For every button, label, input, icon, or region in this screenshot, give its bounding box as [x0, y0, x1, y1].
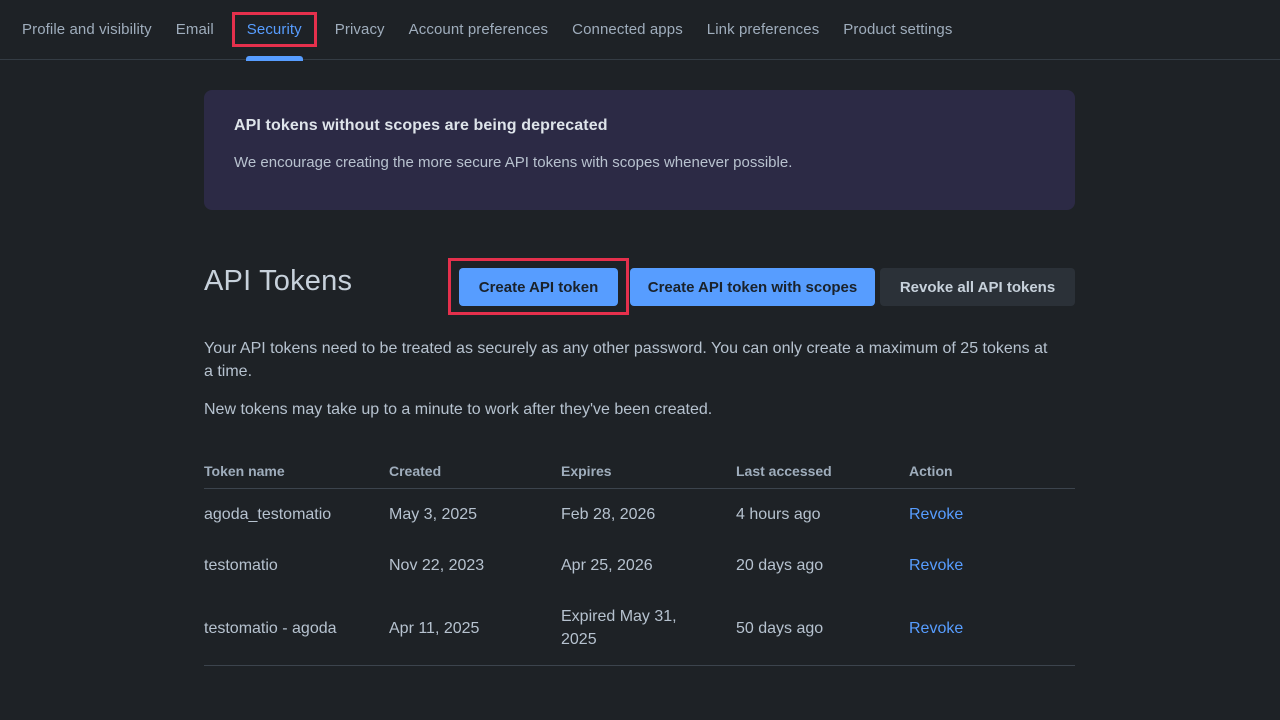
tab-privacy[interactable]: Privacy — [335, 21, 385, 38]
last-accessed-cell: 20 days ago — [736, 540, 909, 591]
column-header-expires: Expires — [561, 455, 736, 489]
settings-tab-bar: Profile and visibility Email Security Pr… — [0, 0, 1280, 60]
deprecation-banner: API tokens without scopes are being depr… — [204, 90, 1075, 210]
create-api-token-with-scopes-button[interactable]: Create API token with scopes — [630, 268, 875, 306]
api-tokens-description: Your API tokens need to be treated as se… — [204, 337, 1049, 383]
expires-cell: Feb 28, 2026 — [561, 489, 736, 541]
last-accessed-cell: 50 days ago — [736, 591, 909, 666]
tab-security[interactable]: Security — [247, 21, 302, 38]
active-tab-underline — [246, 56, 303, 61]
token-name-cell: testomatio - agoda — [204, 591, 389, 666]
expires-value: Feb 28, 2026 — [561, 503, 655, 526]
tab-profile-and-visibility[interactable]: Profile and visibility — [22, 21, 152, 38]
tab-account-preferences[interactable]: Account preferences — [409, 21, 548, 38]
created-cell: Apr 11, 2025 — [389, 591, 561, 666]
api-tokens-header-row: API Tokens Create API token Create API t… — [204, 255, 1075, 315]
security-settings-content: API tokens without scopes are being depr… — [204, 90, 1075, 666]
create-api-token-button[interactable]: Create API token — [459, 268, 618, 306]
table-row: testomatio Nov 22, 2023 Apr 25, 2026 20 … — [204, 540, 1075, 591]
column-header-token-name: Token name — [204, 455, 389, 489]
created-cell: May 3, 2025 — [389, 489, 561, 541]
token-name-cell: agoda_testomatio — [204, 489, 389, 541]
revoke-link[interactable]: Revoke — [909, 506, 963, 523]
tab-connected-apps[interactable]: Connected apps — [572, 21, 683, 38]
expires-cell: Apr 25, 2026 — [561, 540, 736, 591]
expires-cell: Expired May 31, 2025 — [561, 591, 736, 666]
tab-product-settings[interactable]: Product settings — [843, 21, 952, 38]
table-header-row: Token name Created Expires Last accessed… — [204, 455, 1075, 489]
api-tokens-table: Token name Created Expires Last accessed… — [204, 455, 1075, 666]
column-header-last-accessed: Last accessed — [736, 455, 909, 489]
last-accessed-cell: 4 hours ago — [736, 489, 909, 541]
column-header-created: Created — [389, 455, 561, 489]
revoke-link[interactable]: Revoke — [909, 620, 963, 637]
api-tokens-note: New tokens may take up to a minute to wo… — [204, 398, 1075, 421]
expires-value: Apr 25, 2026 — [561, 554, 653, 577]
tab-email[interactable]: Email — [176, 21, 214, 38]
created-cell: Nov 22, 2023 — [389, 540, 561, 591]
banner-message: We encourage creating the more secure AP… — [234, 154, 1045, 171]
page-title: API Tokens — [204, 265, 352, 298]
column-header-action: Action — [909, 455, 1075, 489]
revoke-all-api-tokens-button[interactable]: Revoke all API tokens — [880, 268, 1075, 306]
token-name-cell: testomatio — [204, 540, 389, 591]
tab-link-preferences[interactable]: Link preferences — [707, 21, 820, 38]
table-row: agoda_testomatio May 3, 2025 Feb 28, 202… — [204, 489, 1075, 541]
tab-security-annotation-box: Security — [232, 12, 317, 47]
expires-value: Expired May 31, 2025 — [561, 605, 695, 651]
banner-title: API tokens without scopes are being depr… — [234, 117, 1045, 135]
table-row: testomatio - agoda Apr 11, 2025 Expired … — [204, 591, 1075, 666]
revoke-link[interactable]: Revoke — [909, 557, 963, 574]
